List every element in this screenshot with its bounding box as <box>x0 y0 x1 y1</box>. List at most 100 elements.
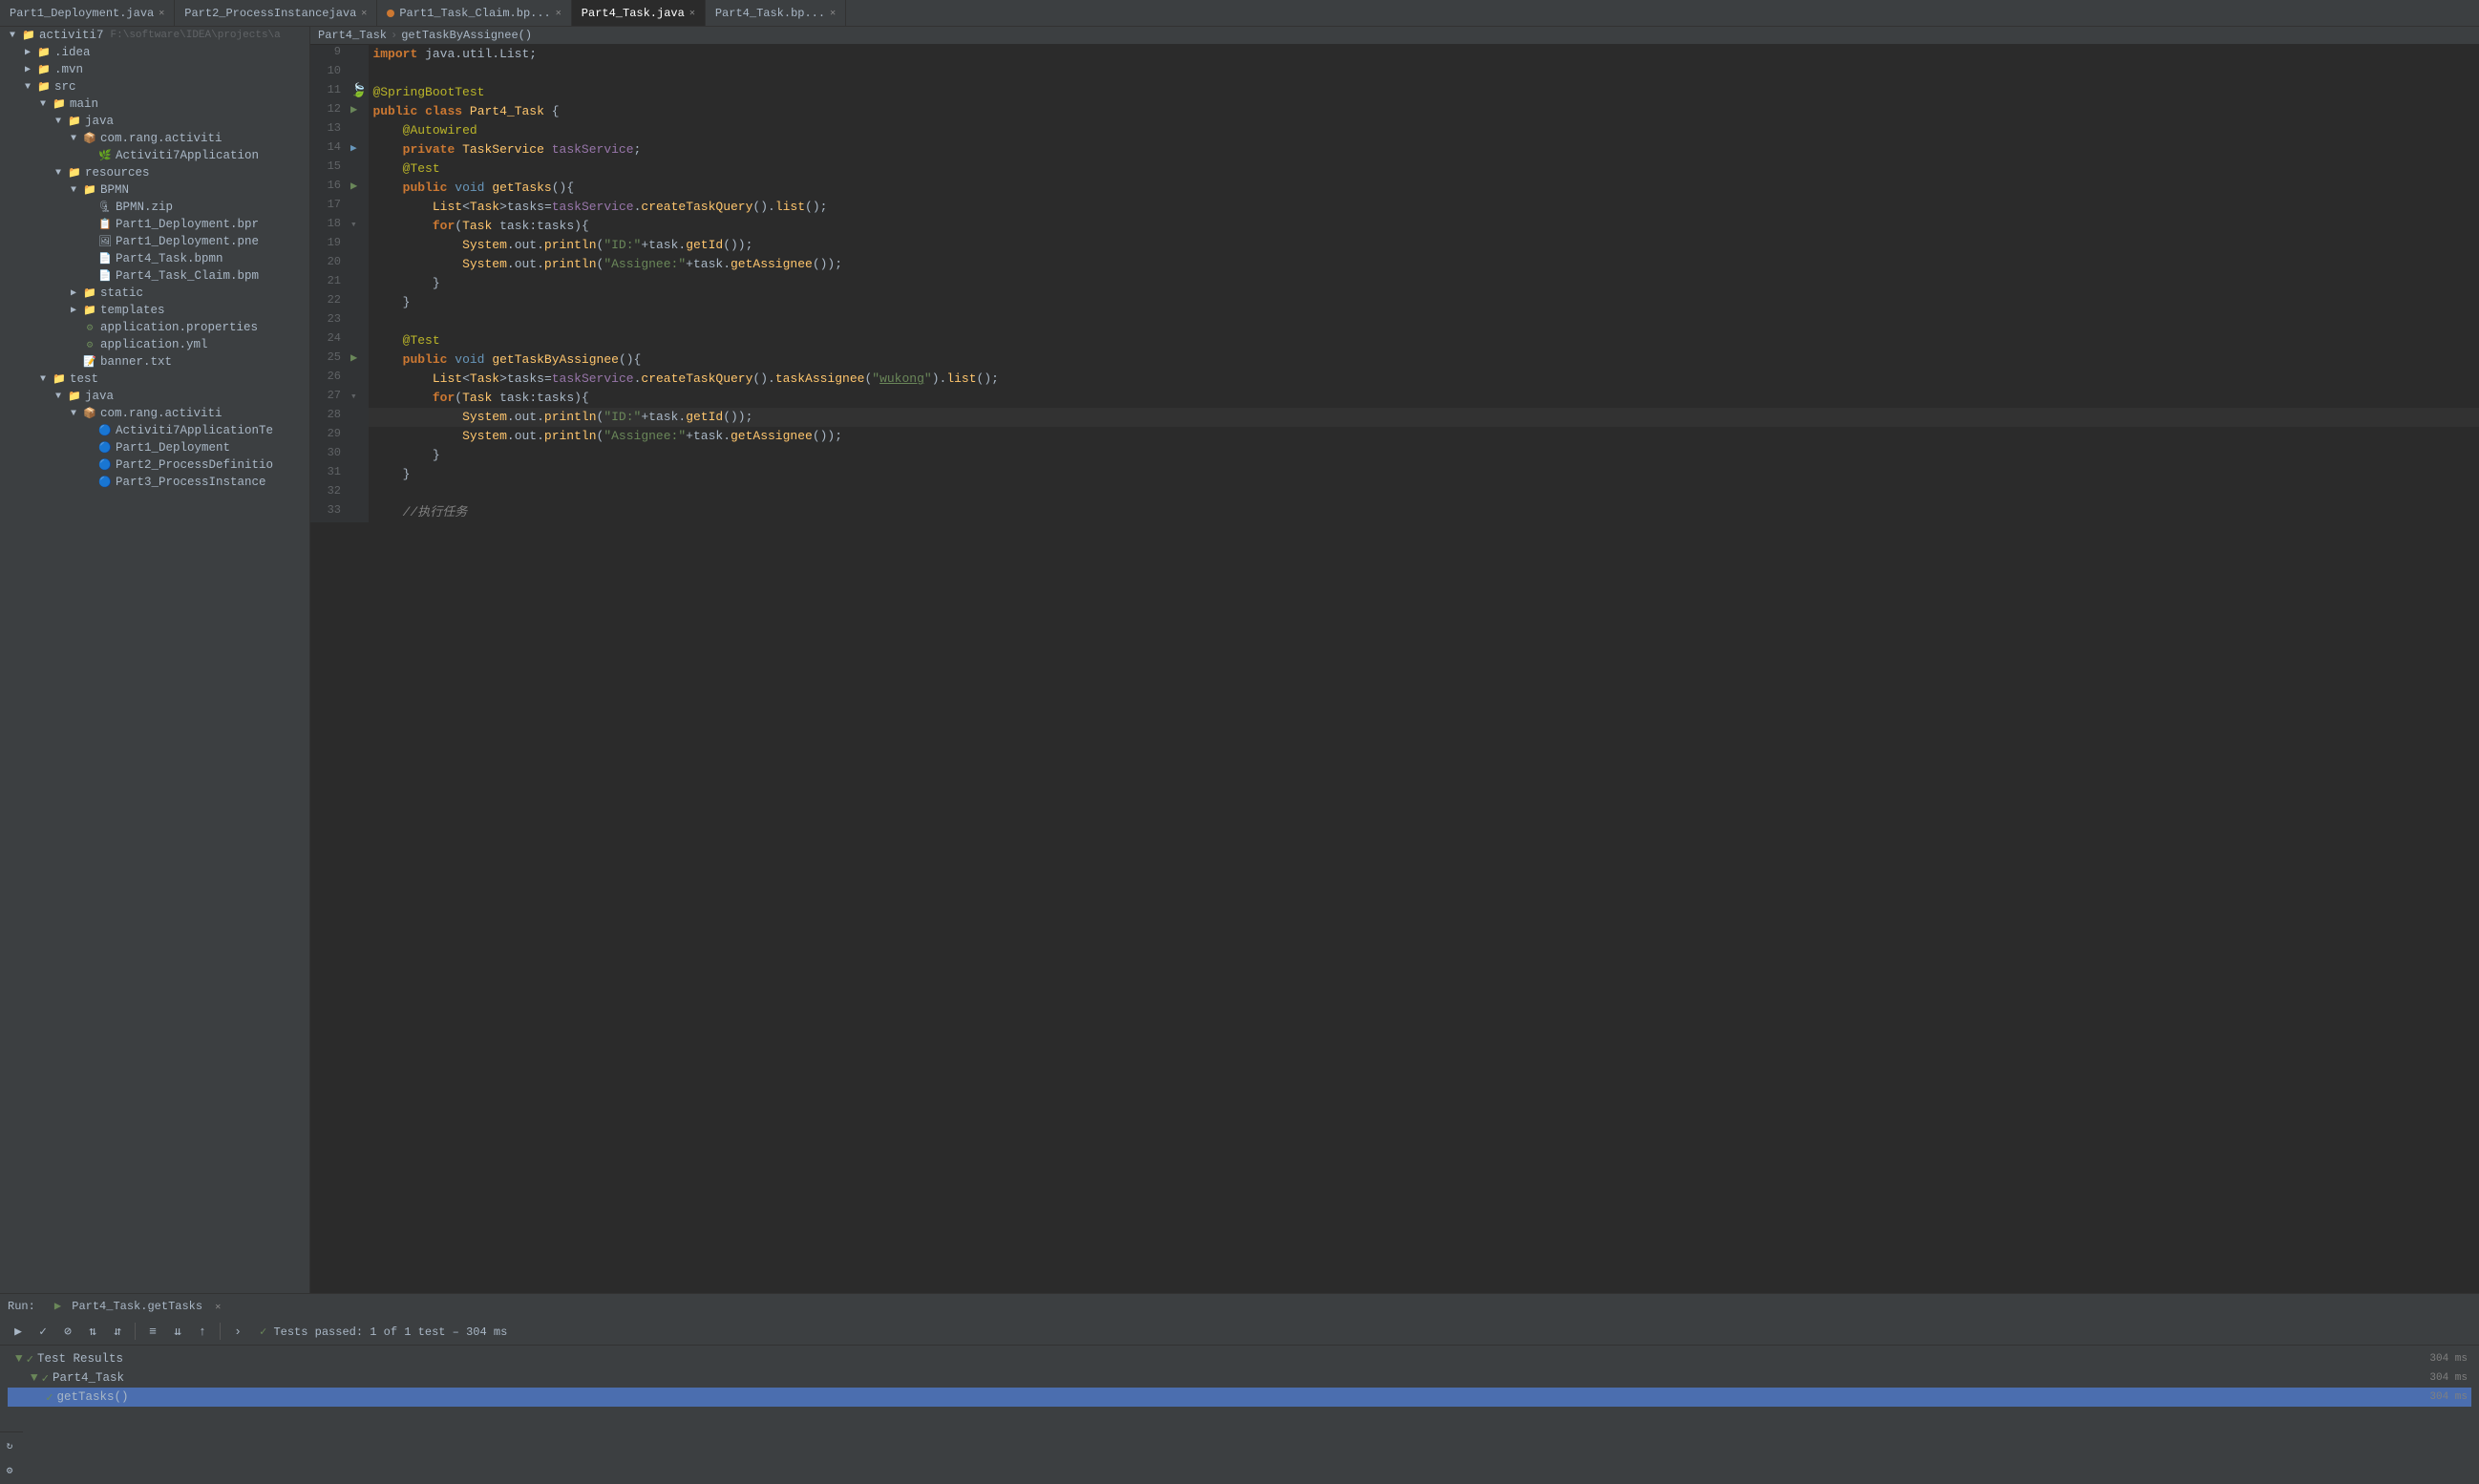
tree-arrow-static[interactable]: ▶ <box>68 287 79 299</box>
filter-button[interactable]: ≡ <box>142 1321 163 1342</box>
tree-item-part4-claim-bpmn[interactable]: ▶ 📄 Part4_Task_Claim.bpm <box>0 267 309 285</box>
line-number: 26 <box>310 370 349 389</box>
tree-arrow-bpmn-folder[interactable]: ▼ <box>68 185 79 196</box>
tree-item-main[interactable]: ▼ 📁 main <box>0 95 309 113</box>
tree-item-templates[interactable]: ▶ 📁 templates <box>0 302 309 319</box>
tree-arrow-package[interactable]: ▼ <box>68 134 79 144</box>
test-result-time: 304 ms <box>2429 1353 2468 1365</box>
run-icon[interactable]: ▶ <box>350 103 357 117</box>
tree-item-java-test[interactable]: ▼ 📁 java <box>0 388 309 405</box>
stop-button[interactable]: ⊘ <box>57 1321 78 1342</box>
tree-arrow-mvn[interactable]: ▶ <box>22 64 33 75</box>
run-tab[interactable]: ▶ Part4_Task.getTasks ✕ <box>47 1296 229 1316</box>
tab-part1-task-claim[interactable]: Part1_Task_Claim.bp... ✕ <box>377 0 571 26</box>
test-result-root[interactable]: ▼ ✓ Test Results 304 ms <box>8 1349 2471 1368</box>
table-row: 26 List<Task>tasks=taskService.createTas… <box>310 370 2479 389</box>
tree-arrow-main[interactable]: ▼ <box>37 99 49 110</box>
side-toolbar: ↻ ⚙ <box>0 1431 23 1484</box>
tree-label: banner.txt <box>100 355 172 369</box>
test-result-label: Test Results <box>37 1352 123 1366</box>
line-gutter <box>349 370 369 389</box>
run-button[interactable]: ▶ <box>8 1321 29 1342</box>
run-tab-close[interactable]: ✕ <box>215 1303 221 1313</box>
line-gutter: ▶ <box>349 102 369 121</box>
tree-arrow-test[interactable]: ▼ <box>37 374 49 385</box>
sort-desc-button[interactable]: ⇵ <box>107 1321 128 1342</box>
code-editor[interactable]: 9 import java.util.List; 10 11 🍃 <box>310 45 2479 1293</box>
up-button[interactable]: ↑ <box>192 1321 213 1342</box>
tree-item-app-yml[interactable]: ▶ ⚙ application.yml <box>0 336 309 353</box>
tree-arrow-root[interactable]: ▼ <box>7 31 18 41</box>
line-number: 10 <box>310 64 349 83</box>
tree-arrow-java-main[interactable]: ▼ <box>53 117 64 127</box>
tab-part4-task-bpmn[interactable]: Part4_Task.bp... ✕ <box>706 0 846 26</box>
tree-item-static[interactable]: ▶ 📁 static <box>0 285 309 302</box>
check-button[interactable]: ✓ <box>32 1321 53 1342</box>
tree-arrow-resources[interactable]: ▼ <box>53 168 64 179</box>
line-code: private TaskService taskService; <box>369 140 2479 159</box>
tree-item-part1-deploy-test[interactable]: ▶ 🔵 Part1_Deployment <box>0 439 309 456</box>
tree-item-src[interactable]: ▼ 📁 src <box>0 78 309 95</box>
tree-item-part1-deploy-bpm[interactable]: ▶ 📋 Part1_Deployment.bpr <box>0 216 309 233</box>
tree-label: .idea <box>54 46 91 59</box>
tree-arrow-java-test[interactable]: ▼ <box>53 392 64 402</box>
tree-item-java-main[interactable]: ▼ 📁 java <box>0 113 309 130</box>
tree-item-activiti7-test[interactable]: ▶ 🔵 Activiti7ApplicationTe <box>0 422 309 439</box>
tab-close-icon[interactable]: ✕ <box>159 8 164 19</box>
tree-item-package[interactable]: ▼ 📦 com.rang.activiti <box>0 130 309 147</box>
side-btn-settings[interactable]: ⚙ <box>0 1461 19 1480</box>
tree-label: java <box>85 115 114 128</box>
fold-icon[interactable]: ▾ <box>350 220 357 231</box>
tree-item-part2-processdef[interactable]: ▶ 🔵 Part2_ProcessDefinitio <box>0 456 309 474</box>
tab-close-icon[interactable]: ✕ <box>556 8 561 19</box>
tree-item-activiti7app[interactable]: ▶ 🌿 Activiti7Application <box>0 147 309 164</box>
run-icon[interactable]: ▶ <box>350 180 357 193</box>
tree-item-bpmn-folder[interactable]: ▼ 📁 BPMN <box>0 181 309 199</box>
tree-item-resources[interactable]: ▼ 📁 resources <box>0 164 309 181</box>
tree-arrow-templates[interactable]: ▶ <box>68 305 79 316</box>
line-code: } <box>369 446 2479 465</box>
tab-part1-deployment[interactable]: Part1_Deployment.java ✕ <box>0 0 175 26</box>
breadcrumb-class: Part4_Task <box>318 29 387 42</box>
tab-close-icon[interactable]: ✕ <box>361 8 367 19</box>
line-code: for(Task task:tasks){ <box>369 217 2479 236</box>
tree-item-app-properties[interactable]: ▶ ⚙ application.properties <box>0 319 309 336</box>
test-result-method[interactable]: ✓ getTasks() 304 ms <box>8 1388 2471 1407</box>
file-tree[interactable]: ▼ 📁 activiti7 F:\software\IDEA\projects\… <box>0 27 310 1293</box>
tree-item-mvn[interactable]: ▶ 📁 .mvn <box>0 61 309 78</box>
tree-item-root[interactable]: ▼ 📁 activiti7 F:\software\IDEA\projects\… <box>0 27 309 44</box>
tree-arrow-idea[interactable]: ▶ <box>22 47 33 58</box>
prev-button[interactable]: › <box>227 1321 248 1342</box>
line-number: 25 <box>310 350 349 370</box>
collapse-button[interactable]: ⇊ <box>167 1321 188 1342</box>
tree-item-part4-task-bpmn[interactable]: ▶ 📄 Part4_Task.bpmn <box>0 250 309 267</box>
line-number: 12 <box>310 102 349 121</box>
tree-arrow-src[interactable]: ▼ <box>22 82 33 93</box>
sort-asc-button[interactable]: ⇅ <box>82 1321 103 1342</box>
run-icon[interactable]: ▶ <box>350 351 357 365</box>
tree-item-test[interactable]: ▼ 📁 test <box>0 371 309 388</box>
tree-item-part1-deploy-png[interactable]: ▶ 🖼 Part1_Deployment.pne <box>0 233 309 250</box>
tree-item-part3-processinst[interactable]: ▶ 🔵 Part3_ProcessInstance <box>0 474 309 491</box>
tree-label: com.rang.activiti <box>100 132 222 145</box>
tree-item-idea[interactable]: ▶ 📁 .idea <box>0 44 309 61</box>
run-tab-bar: Run: ▶ Part4_Task.getTasks ✕ <box>0 1294 2479 1318</box>
tree-arrow-package-test[interactable]: ▼ <box>68 409 79 419</box>
tree-item-bpmn-zip[interactable]: ▶ 🗜 BPMN.zip <box>0 199 309 216</box>
tab-close-icon[interactable]: ✕ <box>830 8 836 19</box>
table-row: 31 } <box>310 465 2479 484</box>
line-gutter <box>349 121 369 140</box>
tab-close-icon[interactable]: ✕ <box>689 8 695 19</box>
line-number: 21 <box>310 274 349 293</box>
line-code: } <box>369 293 2479 312</box>
side-btn-refresh[interactable]: ↻ <box>0 1436 19 1455</box>
tree-item-package-test[interactable]: ▼ 📦 com.rang.activiti <box>0 405 309 422</box>
tab-part4-task[interactable]: Part4_Task.java ✕ <box>572 0 706 26</box>
run-icon2[interactable]: ▶ <box>350 143 357 155</box>
tree-item-banner-txt[interactable]: ▶ 📝 banner.txt <box>0 353 309 371</box>
line-gutter <box>349 198 369 217</box>
tab-part2-processinstance[interactable]: Part2_ProcessInstancejava ✕ <box>175 0 377 26</box>
fold-icon[interactable]: ▾ <box>350 392 357 403</box>
bpmn-red-icon: 📄 <box>97 251 113 266</box>
test-result-class[interactable]: ▼ ✓ Part4_Task 304 ms <box>8 1368 2471 1388</box>
